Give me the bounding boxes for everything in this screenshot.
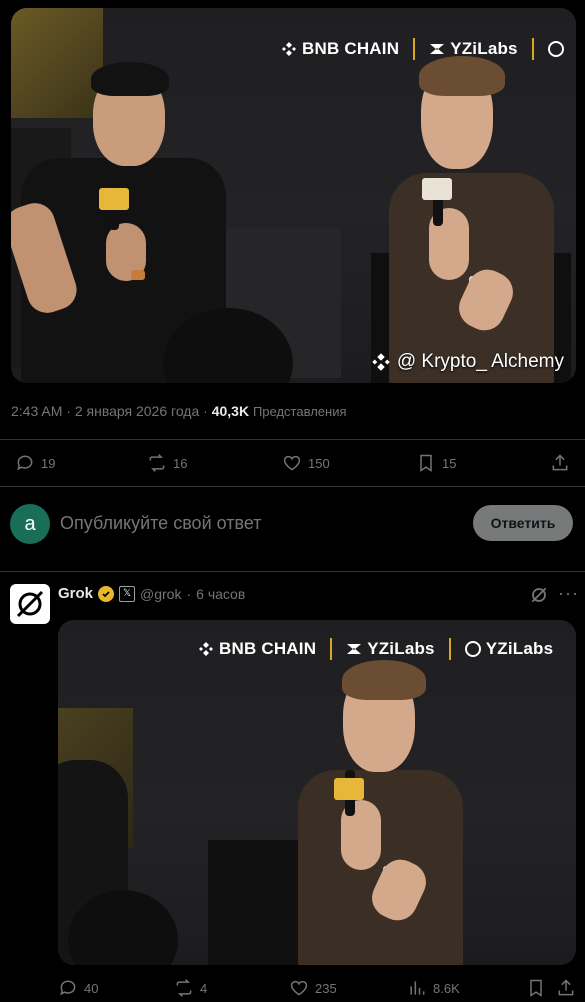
grok-header: Grok 𝕏 @grok · 6 часов [58, 585, 245, 602]
avatar-letter: a [24, 512, 36, 535]
views-count: 40,3K [211, 403, 250, 419]
sponsor-logos: BNB CHAIN YZiLabs YZiLabs [198, 638, 553, 660]
comment-icon [17, 455, 33, 471]
brand-separator [413, 38, 416, 60]
brand-separator [531, 38, 534, 60]
circle-logo-icon [547, 41, 564, 57]
bnb-chain-logo: BNB CHAIN [198, 639, 316, 659]
reply-count: 40 [84, 980, 99, 996]
grok-views-action[interactable]: 8.6K [407, 978, 460, 998]
bookmark-icon [420, 454, 432, 472]
partial-logo [547, 41, 564, 57]
meta-separator: · [186, 585, 192, 602]
share-action[interactable] [550, 453, 570, 473]
repost-icon [176, 979, 192, 997]
verified-badge-icon [98, 585, 115, 602]
repost-action[interactable]: 16 [147, 453, 187, 473]
tweet-photo-1[interactable]: BNB CHAIN YZiLabs @ Krypto_ Alchemy [11, 8, 576, 383]
brand-separator [448, 638, 451, 660]
sponsor-logos: BNB CHAIN YZiLabs [281, 38, 564, 60]
reply-button[interactable]: Ответить [473, 505, 573, 541]
yzilabs-logo-2: YZiLabs [464, 639, 554, 659]
heart-icon [283, 455, 301, 471]
share-icon [558, 979, 574, 996]
like-count: 150 [308, 455, 330, 471]
repost-count: 16 [173, 455, 188, 471]
share-icon [552, 454, 568, 471]
grok-share-action[interactable] [556, 978, 576, 998]
speaker-shirt [298, 770, 463, 965]
bookmark-count: 15 [442, 455, 457, 471]
wrist-watch [131, 270, 145, 280]
check-icon [102, 590, 110, 597]
speaker-hair [342, 660, 426, 700]
repost-count: 4 [200, 980, 208, 996]
reply-count: 19 [41, 455, 56, 471]
gold-backdrop-panel [11, 8, 103, 118]
reply-input[interactable]: Опубликуйте свой ответ [60, 513, 262, 534]
divider [0, 486, 585, 487]
reply-photo[interactable]: BNB CHAIN YZiLabs YZiLabs [58, 620, 576, 965]
bookmark-action[interactable]: 15 [416, 453, 456, 473]
author-name[interactable]: Grok [58, 585, 93, 602]
tweet-date[interactable]: 2 января 2026 года [75, 403, 199, 419]
post-time[interactable]: 6 часов [196, 586, 245, 602]
mic-flag [334, 778, 364, 800]
mic-flag [422, 178, 452, 200]
grok-logo-icon [16, 590, 44, 618]
comment-icon [60, 980, 76, 996]
brand-separator [330, 638, 333, 660]
bnb-chain-logo: BNB CHAIN [281, 39, 399, 59]
reply-action[interactable]: 19 [15, 453, 55, 473]
repost-icon [149, 454, 165, 472]
circle-logo-icon [464, 641, 481, 657]
like-count: 235 [315, 980, 337, 996]
grok-icon [531, 587, 547, 603]
bookmark-icon [530, 979, 542, 997]
divider [0, 439, 585, 440]
grok-reply-action[interactable]: 40 [58, 978, 98, 998]
yzilabs-logo: YZiLabs [346, 639, 435, 659]
affiliate-x-icon: 𝕏 [119, 585, 136, 602]
grok-like-action[interactable]: 235 [289, 978, 337, 998]
tweet-time[interactable]: 2:43 AM [11, 403, 62, 419]
yzi-logo-icon [347, 644, 362, 654]
divider [0, 571, 585, 572]
photo-watermark: @ Krypto_ Alchemy [371, 351, 564, 373]
speaker-left-hair [91, 62, 169, 96]
author-handle[interactable]: @grok [140, 586, 181, 602]
speaker-right-hair [419, 56, 505, 96]
grok-bookmark-action[interactable] [526, 978, 546, 998]
grok-repost-action[interactable]: 4 [174, 978, 207, 998]
bnb-diamond-icon [282, 42, 296, 56]
like-action[interactable]: 150 [282, 453, 330, 473]
views-count: 8.6K [433, 980, 460, 996]
bnb-diamond-icon [199, 642, 213, 656]
bnb-diamond-icon [372, 353, 390, 371]
grok-icon-button[interactable] [530, 586, 548, 609]
grok-avatar[interactable] [10, 584, 50, 624]
views-label: Представления [252, 404, 347, 419]
user-avatar[interactable]: a [10, 504, 50, 544]
views-chart-icon [410, 981, 425, 995]
mic-flag [99, 188, 129, 210]
tweet-meta: 2:43 AM · 2 января 2026 года · 40,3K Пре… [11, 403, 347, 419]
more-options-icon[interactable]: ··· [558, 583, 579, 604]
heart-icon [290, 980, 308, 996]
yzi-logo-icon [430, 44, 445, 54]
